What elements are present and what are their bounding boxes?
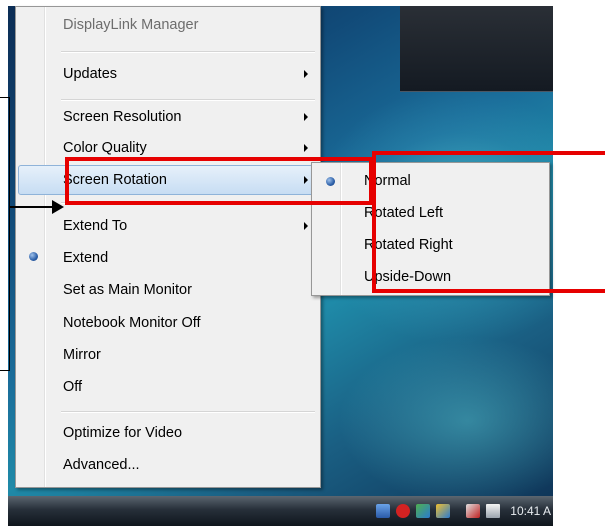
taskbar-clock[interactable]: 10:41 A <box>510 504 551 518</box>
menu-item-label: DisplayLink Manager <box>63 17 199 33</box>
menu-item-label: Set as Main Monitor <box>63 282 192 298</box>
callout-bracket <box>0 97 10 371</box>
highlight-box-screen-rotation <box>65 157 373 205</box>
menu-separator <box>61 99 315 101</box>
menu-item-label: Extend To <box>63 218 128 234</box>
menu-item-set-as-main-monitor[interactable]: Set as Main Monitor <box>18 275 316 305</box>
security-alert-icon[interactable] <box>396 504 411 518</box>
device-icon[interactable] <box>436 504 451 518</box>
menu-item-label: Off <box>63 379 83 395</box>
menu-item-mirror[interactable]: Mirror <box>18 340 316 370</box>
highlight-box-rotation-options <box>372 151 605 293</box>
menu-item-screen-resolution[interactable]: Screen Resolution <box>18 102 316 132</box>
menu-item-updates[interactable]: Updates <box>18 59 316 89</box>
network-icon[interactable] <box>376 504 391 518</box>
submenu-arrow-icon <box>304 70 308 78</box>
system-tray: 10:41 A <box>376 499 553 523</box>
menu-item-extend[interactable]: Extend <box>18 243 316 273</box>
submenu-arrow-icon <box>304 113 308 121</box>
wallpaper-glow-lower <box>338 336 553 506</box>
context-menu: DisplayLink Manager Updates Screen Resol… <box>15 6 321 488</box>
speaker-icon[interactable] <box>486 504 501 518</box>
submenu-arrow-icon <box>304 144 308 152</box>
callout-arrow-line <box>9 206 54 208</box>
menu-item-label: Updates <box>63 66 118 82</box>
menu-item-optimize-for-video[interactable]: Optimize for Video <box>18 418 316 448</box>
arrow-head-icon <box>52 200 64 214</box>
taskbar: 10:41 A <box>8 496 553 526</box>
radio-selected-icon <box>29 252 38 261</box>
menu-item-label: Mirror <box>63 347 101 363</box>
menu-item-label: Advanced... <box>63 457 140 473</box>
menu-item-label: Notebook Monitor Off <box>63 315 201 331</box>
submenu-arrow-icon <box>304 222 308 230</box>
menu-item-off[interactable]: Off <box>18 372 316 402</box>
menu-separator <box>61 411 315 413</box>
menu-item-advanced[interactable]: Advanced... <box>18 450 316 480</box>
menu-item-label: Optimize for Video <box>63 425 183 441</box>
menu-item-displaylink-manager: DisplayLink Manager <box>18 10 316 40</box>
menu-separator <box>61 51 315 53</box>
connection-error-icon[interactable] <box>466 504 481 518</box>
displaylink-icon[interactable] <box>416 504 431 518</box>
menu-item-label: Screen Resolution <box>63 109 182 125</box>
menu-item-notebook-monitor-off[interactable]: Notebook Monitor Off <box>18 308 316 338</box>
background-window <box>400 6 553 92</box>
menu-item-extend-to[interactable]: Extend To <box>18 211 316 241</box>
menu-item-label: Extend <box>63 250 109 266</box>
